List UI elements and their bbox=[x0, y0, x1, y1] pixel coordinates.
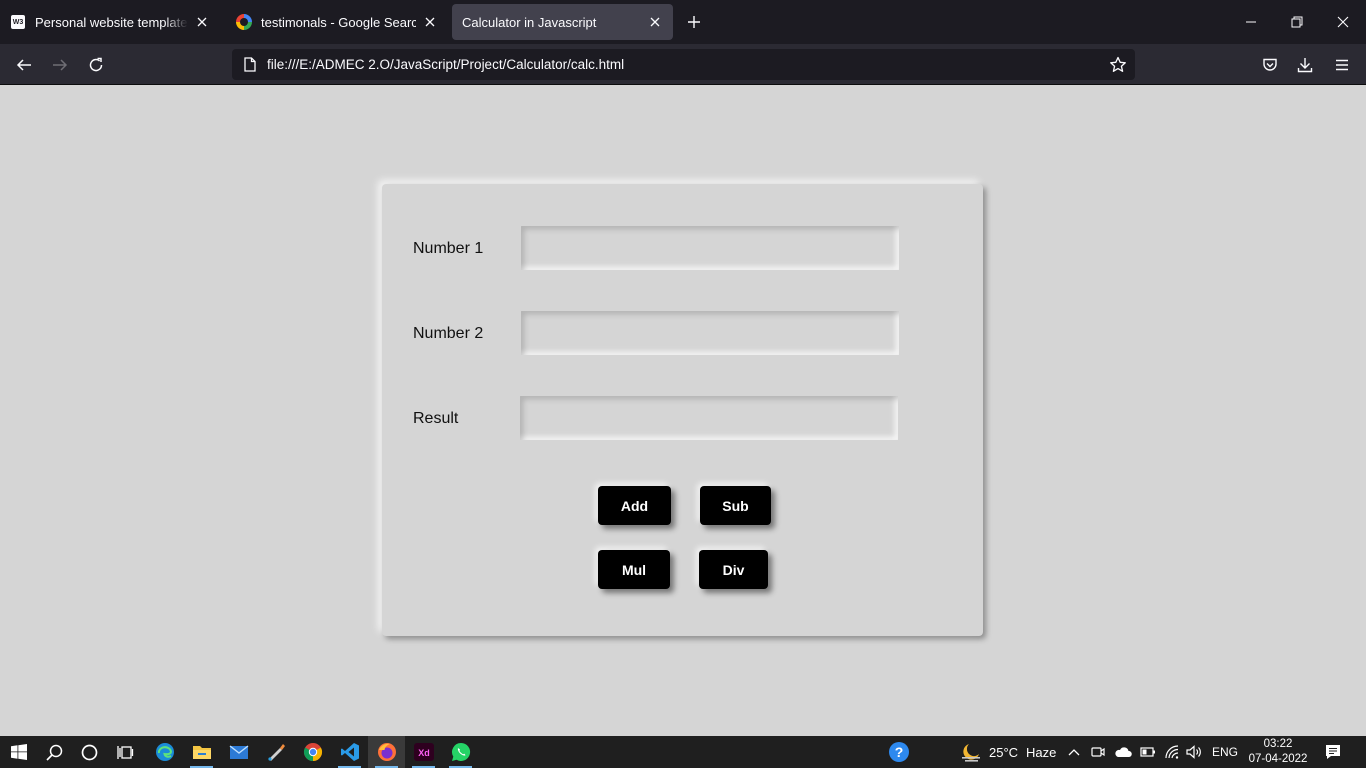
back-button[interactable] bbox=[11, 52, 37, 78]
close-tab-icon[interactable] bbox=[194, 14, 210, 30]
search-icon[interactable] bbox=[36, 736, 73, 768]
forward-button[interactable] bbox=[47, 52, 73, 78]
task-view-icon[interactable] bbox=[107, 736, 144, 768]
page-icon bbox=[242, 57, 258, 73]
tab-title: Calculator in Javascript bbox=[462, 14, 597, 30]
language-indicator[interactable]: ENG bbox=[1212, 736, 1238, 768]
number2-input[interactable] bbox=[521, 311, 899, 355]
whatsapp-icon[interactable] bbox=[442, 736, 479, 768]
close-tab-icon[interactable] bbox=[422, 14, 438, 30]
calculator-card: Number 1 Number 2 Result Add Sub Mul Div bbox=[382, 184, 983, 636]
restore-icon bbox=[1291, 16, 1303, 28]
tab-calculator[interactable]: Calculator in Javascript bbox=[452, 4, 673, 40]
vscode-icon[interactable] bbox=[331, 736, 368, 768]
w3schools-icon: W3 bbox=[10, 14, 26, 30]
navigation-toolbar: file:///E:/ADMEC 2.O/JavaScript/Project/… bbox=[0, 44, 1366, 85]
close-icon bbox=[1337, 16, 1349, 28]
chrome-icon[interactable] bbox=[294, 736, 331, 768]
firefox-icon[interactable] bbox=[368, 736, 405, 768]
hamburger-menu-icon bbox=[1336, 59, 1348, 71]
clock-time: 03:22 bbox=[1263, 738, 1293, 750]
reload-icon bbox=[89, 57, 103, 72]
adobe-xd-label: Xd bbox=[418, 748, 430, 758]
tab-title: Personal website templates for F bbox=[35, 14, 188, 30]
mail-icon[interactable] bbox=[220, 736, 257, 768]
action-center-icon[interactable] bbox=[1316, 736, 1350, 768]
number1-input[interactable] bbox=[521, 226, 899, 270]
adobe-xd-icon[interactable]: Xd bbox=[405, 736, 442, 768]
mul-button[interactable]: Mul bbox=[598, 550, 670, 589]
windows-taskbar: Xd ? 25°C Haze ENG 03:22 07-04-2022 bbox=[0, 736, 1366, 768]
downloads-button[interactable] bbox=[1292, 52, 1318, 78]
clock[interactable]: 03:22 07-04-2022 bbox=[1244, 737, 1312, 767]
weather-condition: Haze bbox=[1026, 744, 1057, 760]
weather-temperature: 25°C bbox=[989, 744, 1019, 760]
pocket-icon bbox=[1263, 58, 1277, 71]
add-button[interactable]: Add bbox=[598, 486, 671, 525]
menu-button[interactable] bbox=[1329, 52, 1355, 78]
help-icon[interactable]: ? bbox=[880, 736, 917, 768]
result-label: Result bbox=[413, 410, 459, 427]
volume-icon[interactable] bbox=[1183, 736, 1205, 768]
minimize-icon bbox=[1246, 21, 1256, 23]
windows-start-icon[interactable] bbox=[0, 736, 37, 768]
result-input[interactable] bbox=[520, 396, 898, 440]
tab-personal-website-templates[interactable]: W3 Personal website templates for F bbox=[0, 4, 220, 40]
edge-icon[interactable] bbox=[146, 736, 183, 768]
address-bar[interactable]: file:///E:/ADMEC 2.O/JavaScript/Project/… bbox=[232, 49, 1135, 80]
sub-button[interactable]: Sub bbox=[700, 486, 771, 525]
svg-text:?: ? bbox=[894, 744, 903, 760]
browser-tab-strip: W3 Personal website templates for F test… bbox=[0, 0, 1366, 44]
number1-label: Number 1 bbox=[413, 240, 484, 257]
tab-title: testimonals - Google Search bbox=[261, 14, 416, 30]
download-icon bbox=[1297, 58, 1313, 73]
close-tab-icon[interactable] bbox=[647, 14, 663, 30]
forward-arrow-icon bbox=[53, 59, 68, 71]
show-hidden-icons-icon[interactable] bbox=[1064, 736, 1084, 768]
file-explorer-icon[interactable] bbox=[183, 736, 220, 768]
paint-icon[interactable] bbox=[257, 736, 294, 768]
number2-label: Number 2 bbox=[413, 325, 484, 342]
battery-icon[interactable] bbox=[1137, 736, 1159, 768]
meet-now-icon[interactable] bbox=[1088, 736, 1108, 768]
minimize-button[interactable] bbox=[1228, 0, 1274, 44]
new-tab-button[interactable] bbox=[684, 12, 704, 32]
close-window-button[interactable] bbox=[1320, 0, 1366, 44]
reload-button[interactable] bbox=[83, 52, 109, 78]
clock-date: 07-04-2022 bbox=[1248, 753, 1308, 765]
bookmark-star-icon[interactable] bbox=[1109, 56, 1127, 74]
tab-google-search[interactable]: testimonals - Google Search bbox=[226, 4, 448, 40]
div-button[interactable]: Div bbox=[699, 550, 768, 589]
weather-widget[interactable]: 25°C Haze bbox=[989, 736, 1056, 768]
back-arrow-icon bbox=[16, 59, 31, 71]
weather-moon-icon[interactable] bbox=[952, 736, 989, 768]
wifi-icon[interactable] bbox=[1161, 736, 1183, 768]
plus-icon bbox=[688, 16, 700, 28]
cortana-icon[interactable] bbox=[71, 736, 108, 768]
restore-button[interactable] bbox=[1274, 0, 1320, 44]
url-text: file:///E:/ADMEC 2.O/JavaScript/Project/… bbox=[267, 57, 625, 72]
pocket-button[interactable] bbox=[1257, 52, 1283, 78]
onedrive-cloud-icon[interactable] bbox=[1112, 736, 1134, 768]
google-icon bbox=[236, 14, 252, 30]
